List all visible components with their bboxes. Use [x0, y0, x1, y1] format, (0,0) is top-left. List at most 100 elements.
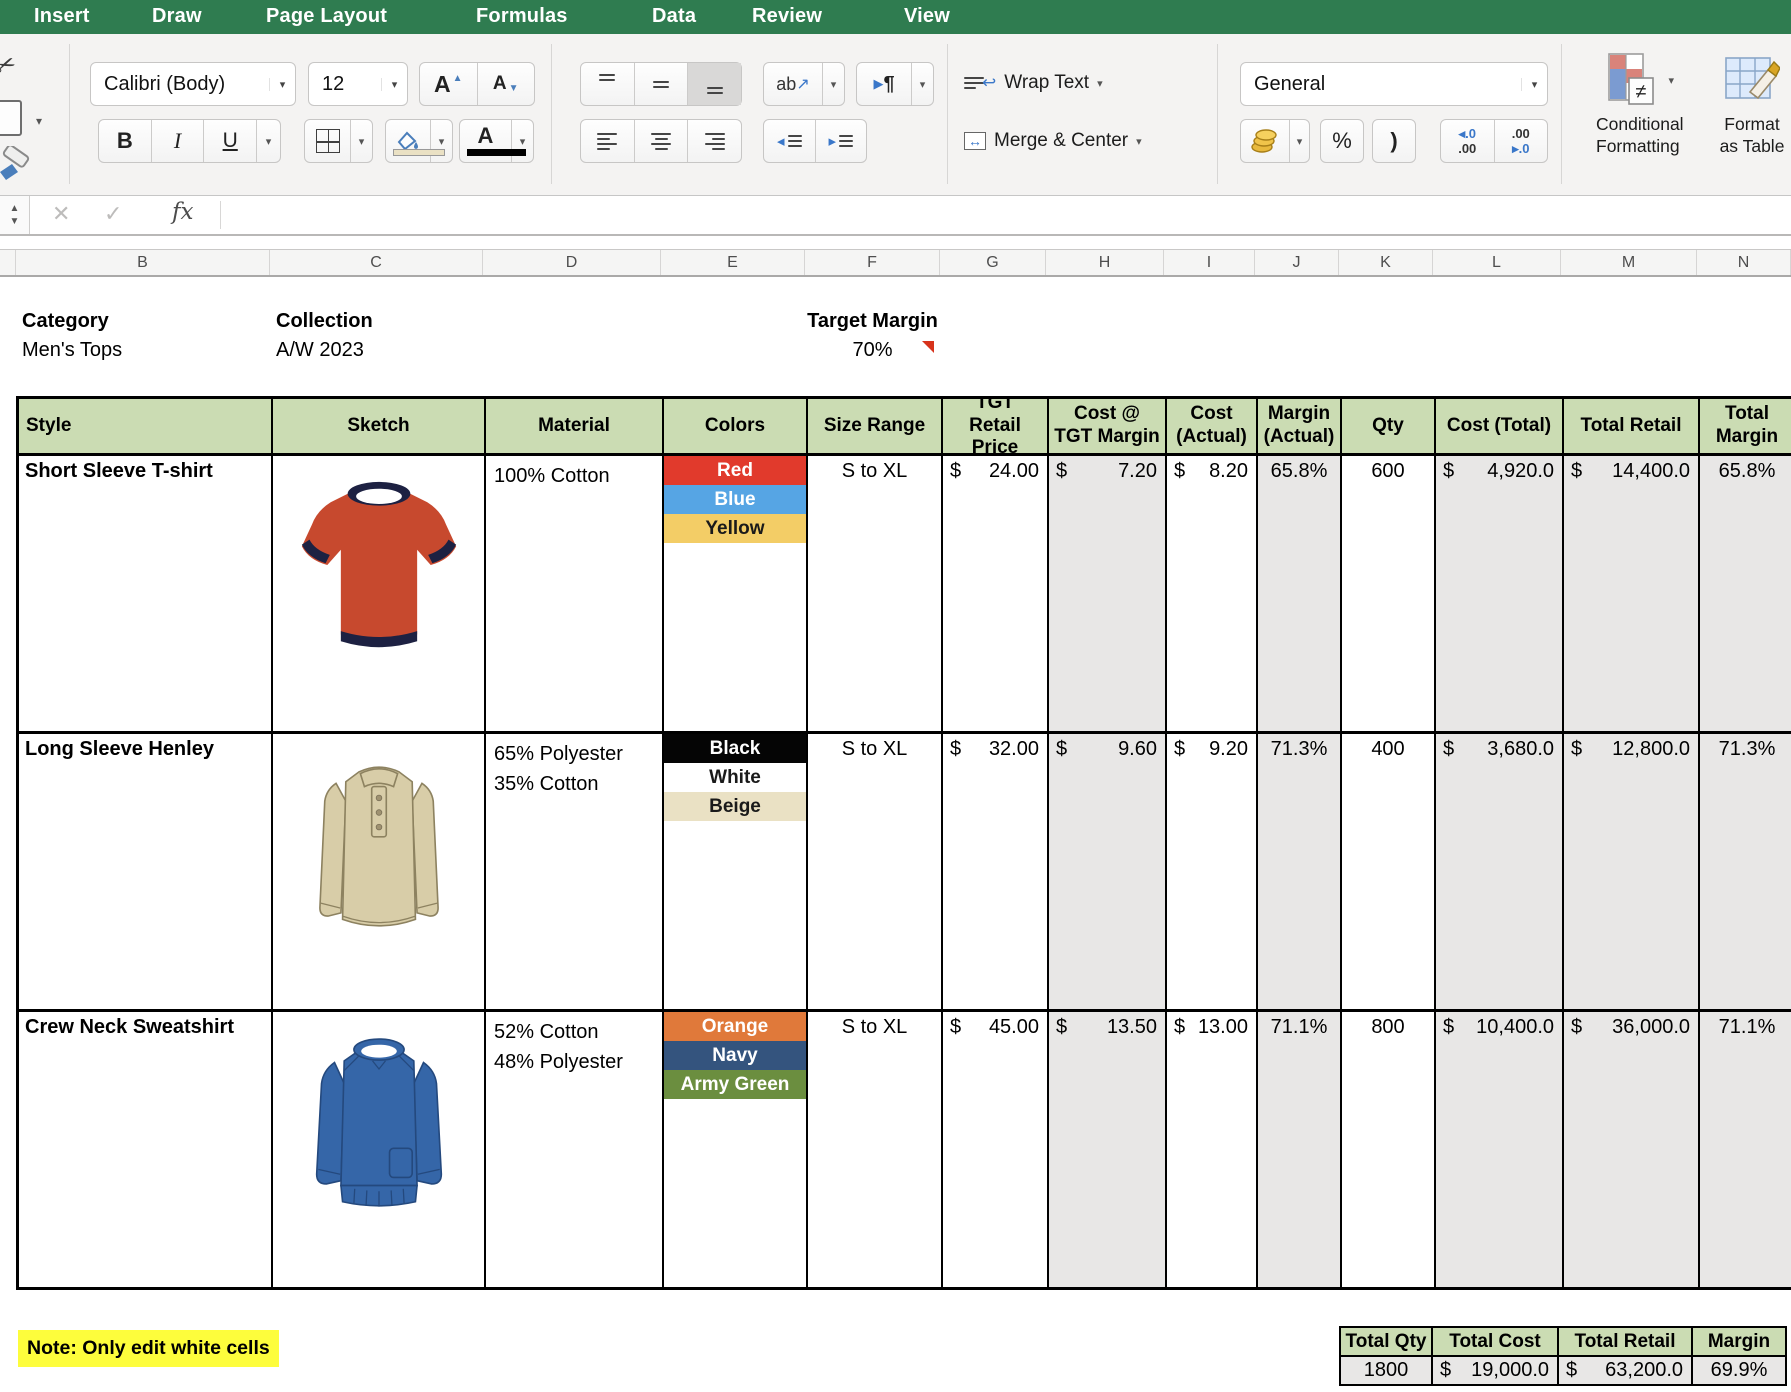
increase-indent-button[interactable]: ▸ — [815, 120, 867, 162]
column-header[interactable]: B — [16, 250, 270, 275]
header-total-margin[interactable]: Total Margin — [1700, 399, 1791, 453]
merge-center-button[interactable]: ↔ Merge & Center ▾ — [964, 130, 1142, 152]
category-label[interactable]: Category — [22, 310, 109, 333]
cost-total-cell[interactable]: $3,680.0 — [1436, 734, 1564, 1009]
tgt-retail-price-cell[interactable]: $32.00 — [943, 734, 1049, 1009]
qty-cell[interactable]: 800 — [1342, 1012, 1436, 1287]
currency-style-button[interactable] — [1241, 120, 1289, 162]
paste-dropdown-icon[interactable]: ▾ — [36, 114, 42, 128]
total-margin-cell[interactable]: 65.8% — [1700, 456, 1791, 731]
column-header[interactable]: N — [1697, 250, 1791, 275]
note-banner[interactable]: Note: Only edit white cells — [18, 1330, 279, 1367]
cost-at-tgt-margin-cell[interactable]: $9.60 — [1049, 734, 1167, 1009]
margin-actual-cell[interactable]: 71.3% — [1258, 734, 1342, 1009]
total-cost-cell[interactable]: $19,000.0 — [1433, 1357, 1559, 1384]
chevron-down-icon[interactable]: ▾ — [1521, 78, 1547, 91]
column-header[interactable]: E — [661, 250, 805, 275]
decrease-indent-button[interactable]: ◂ — [764, 120, 815, 162]
header-material[interactable]: Material — [486, 399, 664, 453]
header-tgt-retail-price[interactable]: TGT Retail Price — [943, 399, 1049, 453]
sketch-cell[interactable] — [273, 734, 486, 1009]
fill-color-button[interactable] — [386, 120, 430, 162]
colors-cell[interactable]: Black White Beige — [664, 734, 808, 1009]
column-header[interactable]: H — [1046, 250, 1164, 275]
bold-button[interactable]: B — [99, 120, 151, 162]
orientation-dropdown[interactable]: ▾ — [822, 63, 844, 105]
comma-style-button[interactable]: ) — [1372, 119, 1416, 163]
column-header[interactable]: C — [270, 250, 483, 275]
target-margin-value[interactable]: 70% — [805, 339, 940, 362]
cost-at-tgt-margin-cell[interactable]: $13.50 — [1049, 1012, 1167, 1287]
cost-at-tgt-margin-cell[interactable]: $7.20 — [1049, 456, 1167, 731]
total-retail-cell[interactable]: $14,400.0 — [1564, 456, 1700, 731]
align-middle-button[interactable] — [634, 63, 688, 105]
borders-dropdown[interactable]: ▾ — [350, 120, 372, 162]
spinner-up-icon[interactable]: ▲ — [10, 203, 20, 214]
style-cell[interactable]: Short Sleeve T-shirt — [19, 456, 273, 731]
header-margin-actual[interactable]: Margin (Actual) — [1258, 399, 1342, 453]
wrap-text-button[interactable]: ↩ Wrap Text ▾ — [964, 72, 1103, 94]
size-range-cell[interactable]: S to XL — [808, 734, 943, 1009]
column-header[interactable]: F — [805, 250, 940, 275]
style-cell[interactable]: Crew Neck Sweatshirt — [19, 1012, 273, 1287]
cost-actual-cell[interactable]: $13.00 — [1167, 1012, 1258, 1287]
header-size-range[interactable]: Size Range — [808, 399, 943, 453]
shrink-font-button[interactable]: A ▼ — [477, 63, 535, 105]
cut-icon[interactable]: ✂ — [0, 47, 20, 84]
tab-review[interactable]: Review — [752, 0, 822, 34]
cost-actual-cell[interactable]: $9.20 — [1167, 734, 1258, 1009]
column-header[interactable]: I — [1164, 250, 1255, 275]
tgt-retail-price-cell[interactable]: $24.00 — [943, 456, 1049, 731]
chevron-down-icon[interactable]: ▾ — [269, 78, 295, 91]
header-sketch[interactable]: Sketch — [273, 399, 486, 453]
cost-total-cell[interactable]: $10,400.0 — [1436, 1012, 1564, 1287]
totals-header-cost[interactable]: Total Cost — [1433, 1328, 1559, 1355]
margin-actual-cell[interactable]: 65.8% — [1258, 456, 1342, 731]
header-cost-total[interactable]: Cost (Total) — [1436, 399, 1564, 453]
total-margin-cell[interactable]: 71.3% — [1700, 734, 1791, 1009]
header-cost-actual[interactable]: Cost (Actual) — [1167, 399, 1258, 453]
column-header-stub[interactable] — [0, 250, 16, 275]
chevron-down-icon[interactable]: ▾ — [381, 78, 407, 91]
size-range-cell[interactable]: S to XL — [808, 456, 943, 731]
column-header[interactable]: L — [1433, 250, 1561, 275]
total-retail-cell[interactable]: $36,000.0 — [1564, 1012, 1700, 1287]
column-header[interactable]: J — [1255, 250, 1339, 275]
header-total-retail[interactable]: Total Retail — [1564, 399, 1700, 453]
text-direction-dropdown[interactable]: ▾ — [911, 63, 933, 105]
align-left-button[interactable] — [581, 120, 634, 162]
material-cell[interactable]: 100% Cotton — [486, 456, 664, 731]
total-margin-cell[interactable]: 69.9% — [1693, 1357, 1785, 1384]
conditional-formatting-button[interactable]: ≠ ▾ Conditional Formatting — [1596, 52, 1666, 157]
tgt-retail-price-cell[interactable]: $45.00 — [943, 1012, 1049, 1287]
totals-header-retail[interactable]: Total Retail — [1559, 1328, 1693, 1355]
margin-actual-cell[interactable]: 71.1% — [1258, 1012, 1342, 1287]
borders-button[interactable] — [305, 120, 350, 162]
header-colors[interactable]: Colors — [664, 399, 808, 453]
grow-font-button[interactable]: A ▲ — [420, 63, 477, 105]
total-retail-cell[interactable]: $12,800.0 — [1564, 734, 1700, 1009]
format-painter-icon[interactable] — [0, 146, 34, 186]
align-bottom-button[interactable] — [687, 63, 741, 105]
totals-header-qty[interactable]: Total Qty — [1341, 1328, 1433, 1355]
total-qty-cell[interactable]: 1800 — [1341, 1357, 1433, 1384]
column-header[interactable]: M — [1561, 250, 1697, 275]
align-top-button[interactable] — [581, 63, 634, 105]
tab-data[interactable]: Data — [652, 0, 696, 34]
colors-cell[interactable]: Orange Navy Army Green — [664, 1012, 808, 1287]
column-header[interactable]: D — [483, 250, 661, 275]
style-cell[interactable]: Long Sleeve Henley — [19, 734, 273, 1009]
cancel-icon[interactable]: ✕ — [52, 201, 70, 227]
percent-style-button[interactable]: % — [1320, 119, 1364, 163]
tab-draw[interactable]: Draw — [152, 0, 202, 34]
target-margin-label[interactable]: Target Margin — [805, 310, 940, 333]
text-orientation-button[interactable]: ab ↗ — [764, 63, 822, 105]
cost-actual-cell[interactable]: $8.20 — [1167, 456, 1258, 731]
sketch-cell[interactable] — [273, 1012, 486, 1287]
cost-total-cell[interactable]: $4,920.0 — [1436, 456, 1564, 731]
number-format-combo[interactable]: General ▾ — [1240, 62, 1548, 106]
header-style[interactable]: Style — [19, 399, 273, 453]
totals-header-margin[interactable]: Margin — [1693, 1328, 1785, 1355]
underline-dropdown[interactable]: ▾ — [256, 120, 280, 162]
colors-cell[interactable]: Red Blue Yellow — [664, 456, 808, 731]
